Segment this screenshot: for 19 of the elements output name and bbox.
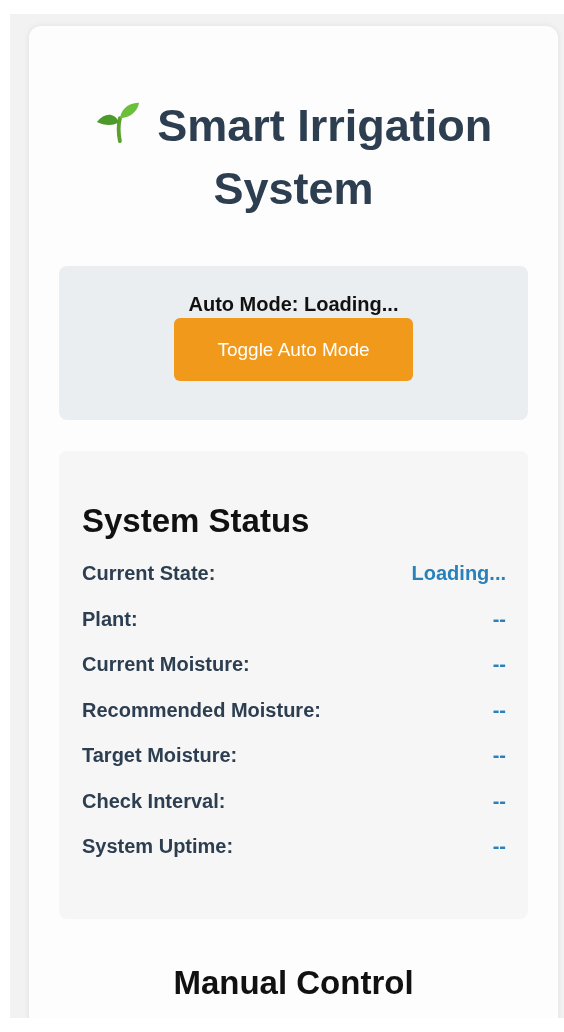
status-label: Current State: <box>82 561 216 585</box>
status-value: -- <box>492 788 506 813</box>
page-title: Smart Irrigation System <box>157 100 493 214</box>
status-value: Loading... <box>411 561 506 585</box>
status-label: Check Interval: <box>82 788 226 813</box>
status-value: -- <box>492 834 506 858</box>
status-value: -- <box>492 652 506 676</box>
auto-mode-status: Auto Mode: Loading... <box>188 292 399 316</box>
status-label: Current Moisture: <box>82 652 250 676</box>
status-label: Recommended Moisture: <box>82 697 321 722</box>
toggle-auto-mode-button[interactable]: Toggle Auto Mode <box>174 318 413 381</box>
status-label: Plant: <box>82 606 138 631</box>
status-value: -- <box>492 743 506 767</box>
section-heading: System Status <box>82 501 311 541</box>
status-label: System Uptime: <box>82 834 234 858</box>
status-value: -- <box>492 697 506 722</box>
status-value: -- <box>492 606 506 631</box>
section-heading: Manual Control <box>172 964 415 1002</box>
status-label: Target Moisture: <box>82 743 238 767</box>
